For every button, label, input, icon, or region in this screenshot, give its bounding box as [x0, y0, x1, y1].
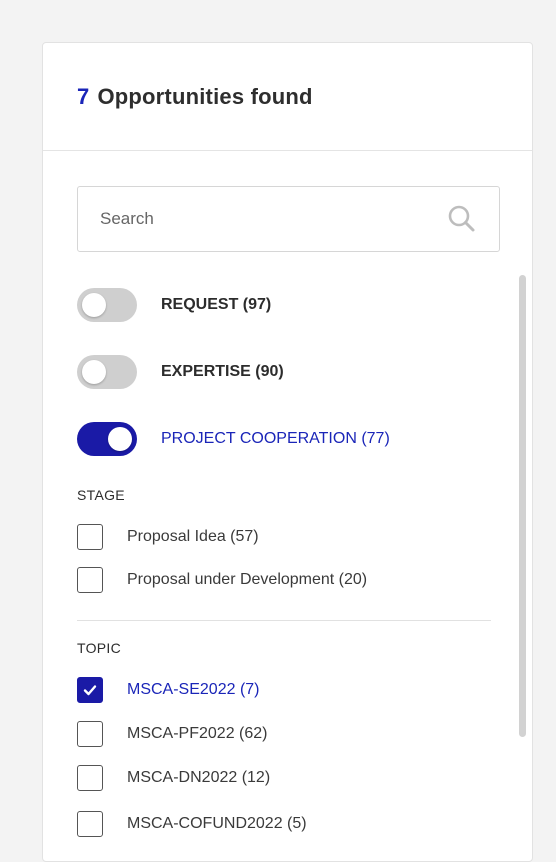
checkbox-checked[interactable] — [77, 677, 103, 703]
filter-panel: 7 Opportunities found REQUEST (97) EXPERT… — [42, 42, 533, 862]
topic-option-label: MSCA-SE2022 (7) — [127, 681, 260, 698]
topic-option-msca-pf2022[interactable]: MSCA-PF2022 (62) — [77, 720, 268, 748]
stage-option-proposal-under-development[interactable]: Proposal under Development (20) — [77, 566, 367, 594]
toggle-label-request: REQUEST (97) — [161, 296, 272, 313]
topic-section-title: TOPIC — [77, 640, 122, 656]
results-count: 7 — [77, 83, 90, 109]
results-header: 7 Opportunities found — [43, 43, 532, 151]
checkbox[interactable] — [77, 567, 103, 593]
stage-option-label: Proposal under Development (20) — [127, 571, 368, 588]
results-title: 7 Opportunities found — [77, 84, 313, 110]
stage-section-title: STAGE — [77, 487, 125, 503]
toggle-switch[interactable] — [77, 288, 137, 322]
toggle-request[interactable]: REQUEST (97) — [77, 287, 271, 323]
toggle-knob — [82, 360, 106, 384]
toggle-knob — [108, 427, 132, 451]
search-icon[interactable] — [445, 202, 479, 236]
toggle-project-cooperation[interactable]: PROJECT COOPERATION (77) — [77, 421, 390, 457]
search-box — [77, 186, 500, 252]
checkmark-icon — [83, 685, 97, 696]
results-title-text: Opportunities found — [97, 83, 313, 109]
toggle-knob — [82, 293, 106, 317]
toggle-expertise[interactable]: EXPERTISE (90) — [77, 354, 284, 390]
checkbox[interactable] — [77, 811, 103, 837]
topic-option-label: MSCA-DN2022 (12) — [127, 769, 271, 786]
checkbox[interactable] — [77, 524, 103, 550]
topic-option-label: MSCA-COFUND2022 (5) — [127, 815, 307, 832]
checkbox[interactable] — [77, 765, 103, 791]
toggle-label-expertise: EXPERTISE (90) — [161, 363, 284, 380]
toggle-switch[interactable] — [77, 422, 137, 456]
topic-option-label: MSCA-PF2022 (62) — [127, 725, 268, 742]
search-input[interactable] — [78, 186, 445, 252]
checkbox[interactable] — [77, 721, 103, 747]
stage-option-proposal-idea[interactable]: Proposal Idea (57) — [77, 523, 259, 551]
stage-option-label: Proposal Idea (57) — [127, 528, 259, 545]
section-divider — [77, 620, 491, 621]
topic-option-msca-cofund2022[interactable]: MSCA-COFUND2022 (5) — [77, 810, 307, 838]
toggle-label-project-cooperation: PROJECT COOPERATION (77) — [161, 430, 390, 447]
scrollbar[interactable] — [519, 275, 526, 737]
topic-option-msca-se2022[interactable]: MSCA-SE2022 (7) — [77, 676, 260, 704]
topic-option-msca-dn2022[interactable]: MSCA-DN2022 (12) — [77, 764, 270, 792]
toggle-switch[interactable] — [77, 355, 137, 389]
